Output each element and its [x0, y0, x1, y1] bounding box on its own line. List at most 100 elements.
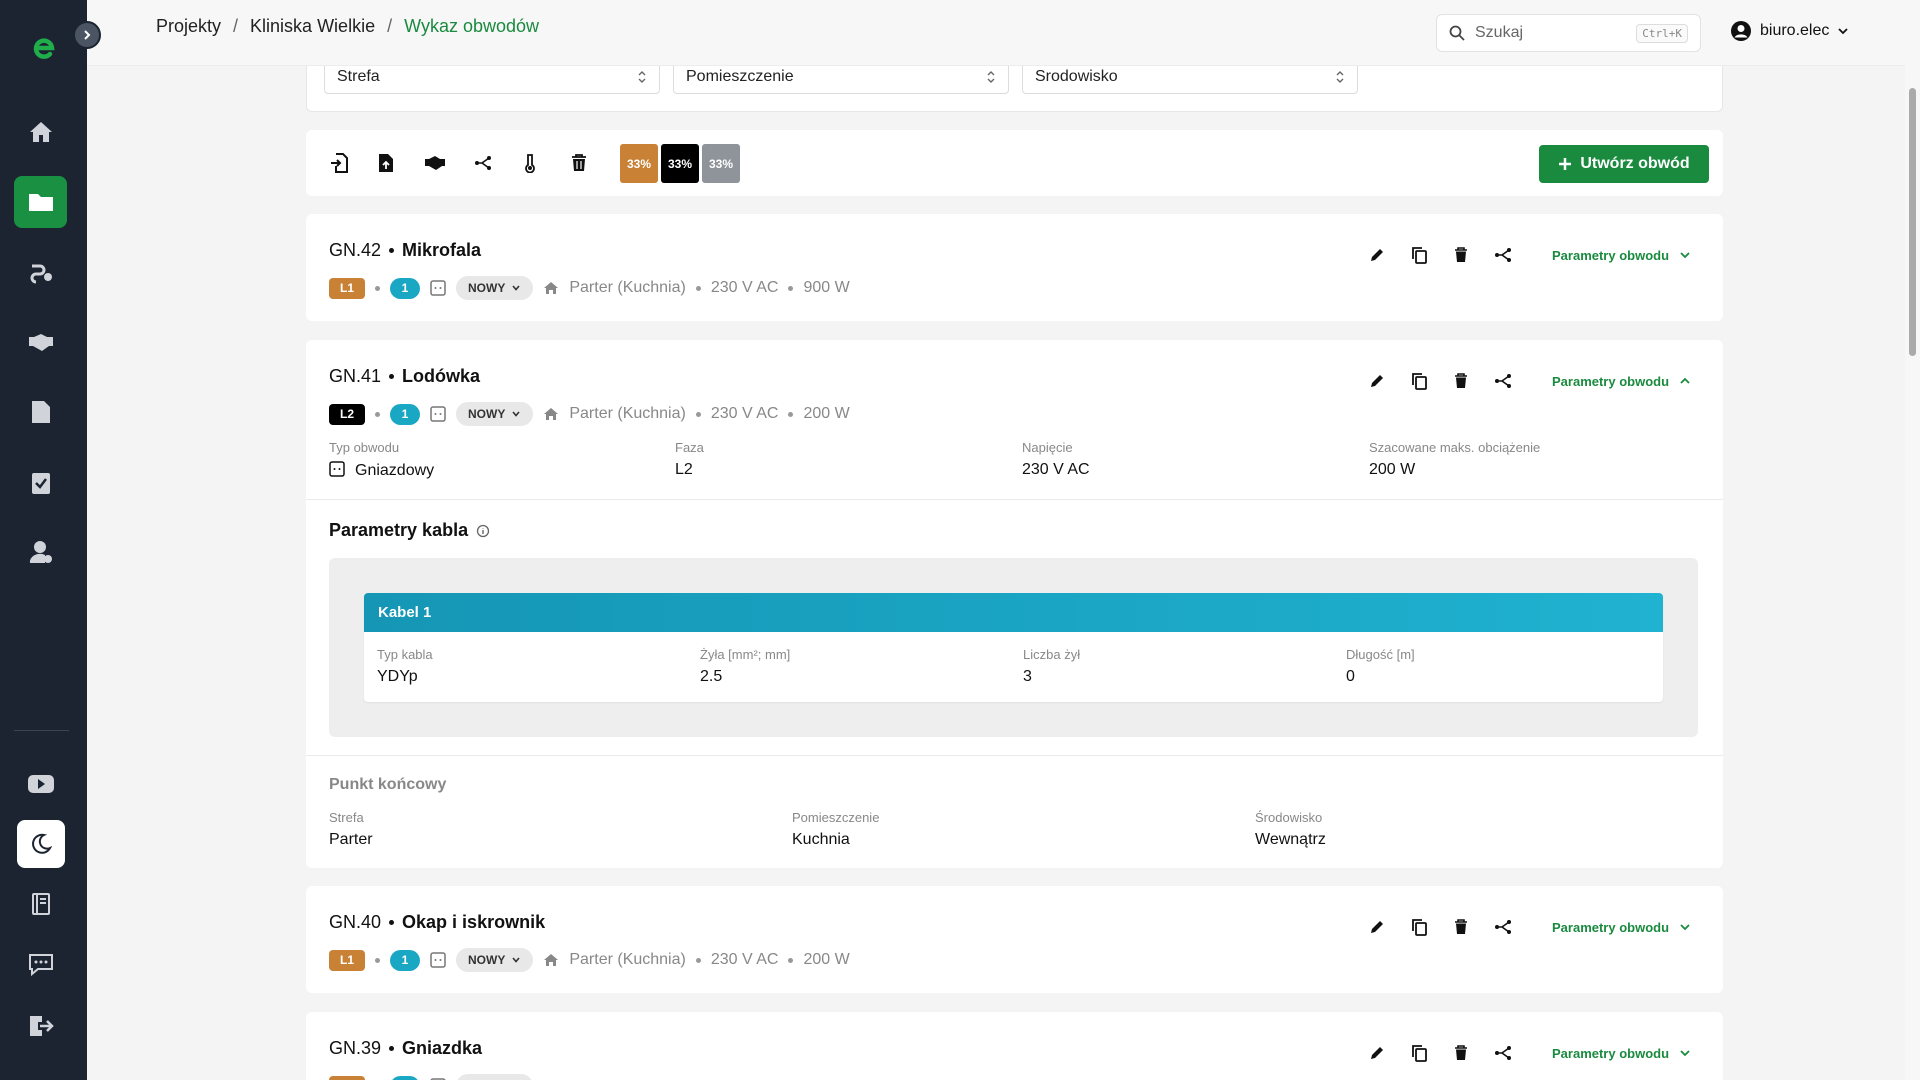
- separator-dot: [375, 957, 380, 963]
- scrollbar-thumb[interactable]: [1909, 88, 1916, 356]
- youtube-icon[interactable]: [14, 758, 67, 810]
- handshake-icon[interactable]: [424, 152, 446, 174]
- trash-icon[interactable]: [568, 152, 590, 174]
- trash-icon[interactable]: [1450, 1042, 1472, 1064]
- user-menu[interactable]: biuro.elec: [1730, 20, 1849, 42]
- user-settings-icon[interactable]: [14, 526, 67, 578]
- voltage-text: 230 V AC: [710, 279, 779, 296]
- circuit-count-badge: 1: [390, 949, 420, 971]
- toolbar: 33% 33% 33% Utwórz obwód: [306, 130, 1723, 196]
- copy-icon[interactable]: [1408, 244, 1430, 266]
- dlugosc-field: Długość [m] 0: [1346, 647, 1415, 686]
- chat-icon[interactable]: [14, 938, 67, 990]
- dark-mode-icon[interactable]: [17, 820, 65, 868]
- status-badge[interactable]: NOWY: [456, 948, 534, 972]
- create-circuit-button[interactable]: Utwórz obwód: [1539, 145, 1709, 183]
- thermometer-icon[interactable]: [519, 152, 541, 174]
- cable-section-title: Parametry kabla: [329, 520, 490, 541]
- typ-obwodu-label: Typ obwodu: [329, 440, 400, 455]
- liczba-zyl-value: 3: [1023, 668, 1032, 685]
- napiecie-field: Napięcie 230 V AC: [1022, 440, 1090, 479]
- user-avatar-icon: [1730, 20, 1752, 42]
- share-icon[interactable]: [1492, 370, 1514, 392]
- circuit-name: Gniazdka: [402, 1038, 483, 1058]
- cable-card: Kabel 1 Typ kabla YDYp Żyła [mm²; mm] 2.5 Lic…: [364, 593, 1663, 702]
- info-icon[interactable]: [476, 524, 490, 538]
- search-icon: [1449, 25, 1465, 41]
- separator-dot: [375, 285, 380, 291]
- share-icon[interactable]: [1492, 1042, 1514, 1064]
- circuit-count-badge: 1: [390, 1075, 420, 1080]
- home-location-icon: [543, 407, 559, 421]
- handshake-icon[interactable]: [14, 316, 67, 368]
- edit-icon[interactable]: [1366, 1042, 1388, 1064]
- expand-sidebar-button[interactable]: [73, 21, 101, 49]
- parameters-toggle-button[interactable]: Parametry obwodu: [1552, 374, 1691, 389]
- chevron-up-icon: [1679, 375, 1691, 387]
- select-arrows-icon: [637, 70, 647, 84]
- status-badge[interactable]: NOWY: [456, 276, 534, 300]
- breadcrumb-projekty[interactable]: Projekty: [156, 16, 221, 37]
- logout-icon[interactable]: [14, 1000, 67, 1052]
- socket-icon: [430, 280, 446, 296]
- file-upload-icon[interactable]: [375, 152, 397, 174]
- search-shortcut: Ctrl+K: [1636, 23, 1688, 43]
- circuit-title: GN.42 Mikrofala: [329, 240, 481, 261]
- circuit-code: GN.41: [329, 366, 382, 386]
- trash-icon[interactable]: [1450, 244, 1472, 266]
- breadcrumb: Projekty / Kliniska Wielkie / Wykaz obwo…: [156, 16, 539, 37]
- power-text: 200 W: [803, 951, 850, 968]
- share-icon[interactable]: [1492, 244, 1514, 266]
- document-icon[interactable]: [14, 386, 67, 438]
- share-icon[interactable]: [472, 152, 494, 174]
- edit-icon[interactable]: [1366, 244, 1388, 266]
- parameters-toggle-button[interactable]: Parametry obwodu: [1552, 248, 1691, 263]
- edit-icon[interactable]: [1366, 916, 1388, 938]
- circuit-code: GN.39: [329, 1038, 382, 1058]
- sidebar: [0, 0, 87, 1080]
- home-icon[interactable]: [14, 106, 67, 158]
- folder-icon[interactable]: [14, 176, 67, 228]
- circuit-name: Mikrofala: [402, 240, 482, 260]
- circuit-meta: L1 1 NOWY: [329, 1074, 559, 1080]
- status-badge[interactable]: NOWY: [456, 402, 534, 426]
- socket-icon: [430, 406, 446, 422]
- share-icon[interactable]: [1492, 916, 1514, 938]
- breadcrumb-project[interactable]: Kliniska Wielkie: [250, 16, 375, 37]
- srodowisko-endpoint-label: Środowisko: [1255, 810, 1323, 825]
- socket-icon: [329, 461, 345, 477]
- search-input[interactable]: Szukaj Ctrl+K: [1436, 14, 1701, 52]
- divider: [306, 755, 1723, 756]
- srodowisko-endpoint-value: Wewnątrz: [1255, 831, 1326, 848]
- select-arrows-icon: [1335, 70, 1345, 84]
- typ-kabla-field: Typ kabla YDYp: [377, 647, 433, 686]
- copy-icon[interactable]: [1408, 916, 1430, 938]
- phase-l2-percent: 33%: [661, 144, 699, 183]
- separator-dot: [695, 285, 701, 291]
- parameters-toggle-button[interactable]: Parametry obwodu: [1552, 920, 1691, 935]
- trash-icon[interactable]: [1450, 916, 1472, 938]
- import-icon[interactable]: [328, 152, 350, 174]
- clipboard-check-icon[interactable]: [14, 456, 67, 508]
- chevron-down-icon: [1679, 249, 1691, 261]
- pomieszczenie-endpoint-label: Pomieszczenie: [792, 810, 880, 825]
- faza-field: Faza L2: [675, 440, 704, 479]
- page-scrollbar[interactable]: [1905, 0, 1920, 1080]
- edit-icon[interactable]: [1366, 370, 1388, 392]
- circuits-icon[interactable]: [14, 246, 67, 298]
- home-location-icon: [543, 281, 559, 295]
- parameters-toggle-button[interactable]: Parametry obwodu: [1552, 1046, 1691, 1061]
- app-logo[interactable]: [26, 30, 62, 66]
- trash-icon[interactable]: [1450, 370, 1472, 392]
- copy-icon[interactable]: [1408, 1042, 1430, 1064]
- circuit-count-badge: 1: [390, 277, 420, 299]
- status-badge[interactable]: NOWY: [456, 1074, 534, 1080]
- dlugosc-label: Długość [m]: [1346, 647, 1415, 662]
- circuit-title: GN.41 Lodówka: [329, 366, 480, 387]
- circuit-name: Okap i iskrownik: [402, 912, 546, 932]
- endpoint-title: Punkt końcowy: [329, 776, 447, 793]
- circuit-card: GN.40 Okap i iskrownik L1 1 NOWY Parter (…: [306, 886, 1723, 993]
- book-icon[interactable]: [14, 878, 67, 930]
- voltage-text: 230 V AC: [710, 951, 779, 968]
- copy-icon[interactable]: [1408, 370, 1430, 392]
